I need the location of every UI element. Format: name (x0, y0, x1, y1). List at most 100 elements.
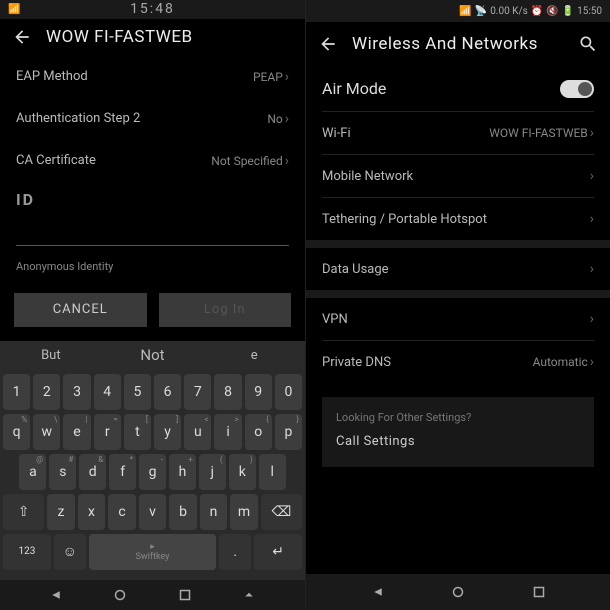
key-t[interactable]: t[ (124, 414, 151, 450)
nav-bar (0, 580, 305, 610)
row-private-dns[interactable]: Private DNS Automatic› (306, 341, 610, 383)
suggestion[interactable]: But (0, 348, 102, 363)
keyboard-suggestions[interactable]: But Not e (0, 341, 305, 370)
clock: 15:48 (130, 1, 175, 17)
key-w[interactable]: w\ (33, 414, 60, 450)
key-d[interactable]: d& (79, 454, 106, 490)
row-wifi[interactable]: Wi-Fi WOW FI-FASTWEB› (306, 112, 610, 154)
key-s[interactable]: s# (49, 454, 76, 490)
key-i[interactable]: i> (214, 414, 241, 450)
key-8[interactable]: 8 (214, 374, 241, 410)
key-o[interactable]: o{ (245, 414, 272, 450)
key-x[interactable]: x (78, 494, 106, 530)
nav-home-icon[interactable] (111, 586, 129, 604)
call-settings-link[interactable]: Call Settings (336, 434, 580, 449)
key-6[interactable]: 6 (154, 374, 181, 410)
key-u[interactable]: u< (184, 414, 211, 450)
nav-back-icon[interactable] (47, 586, 65, 604)
back-icon[interactable] (318, 34, 338, 54)
row-data-usage[interactable]: Data Usage › (306, 248, 610, 290)
speed: 0.00 K/s (490, 6, 528, 17)
label: EAP Method (16, 69, 88, 84)
chevron-right-icon: › (590, 211, 594, 227)
nav-recent-icon[interactable] (530, 583, 548, 601)
nav-recent-icon[interactable] (176, 586, 194, 604)
air-mode-toggle[interactable] (560, 80, 594, 98)
nav-keyboard-icon[interactable] (240, 586, 258, 604)
clock: 15:50 (577, 6, 602, 17)
mute-icon: 🔇 (546, 6, 558, 17)
row-ca[interactable]: CA Certificate Not Specified› (0, 140, 305, 182)
period-key[interactable]: . (219, 534, 251, 570)
key-b[interactable]: b (169, 494, 197, 530)
status-bar: 📶 📡 0.00 K/s ⏰ 🔇 🔋 15:50 (306, 0, 610, 22)
row-auth[interactable]: Authentication Step 2 No› (0, 98, 305, 140)
label: Authentication Step 2 (16, 111, 140, 126)
id-field[interactable]: ID (0, 182, 305, 250)
key-3[interactable]: 3 (63, 374, 90, 410)
enter-key[interactable]: ↵ (254, 534, 302, 570)
key-j[interactable]: j( (199, 454, 226, 490)
key-c[interactable]: c (108, 494, 136, 530)
label: Wi-Fi (322, 126, 351, 141)
nav-home-icon[interactable] (449, 583, 467, 601)
cancel-button[interactable]: CANCEL (14, 293, 147, 327)
anonymous-identity[interactable]: Anonymous Identity (0, 250, 305, 283)
key-f[interactable]: f* (109, 454, 136, 490)
alarm-icon: ⏰ (531, 6, 543, 17)
key-5[interactable]: 5 (124, 374, 151, 410)
row-eap[interactable]: EAP Method PEAP› (0, 56, 305, 98)
value: WOW FI-FASTWEB (489, 126, 588, 140)
key-0[interactable]: 0 (275, 374, 302, 410)
row-vpn[interactable]: VPN › (306, 298, 610, 340)
back-icon[interactable] (12, 27, 32, 47)
key-k[interactable]: k) (229, 454, 256, 490)
input-underline (16, 245, 289, 246)
key-h[interactable]: h+ (169, 454, 196, 490)
emoji-key[interactable]: ☺ (54, 534, 86, 570)
key-e[interactable]: e| (63, 414, 90, 450)
numbers-key[interactable]: 123 (3, 534, 51, 570)
other-settings-box[interactable]: Looking For Other Settings? Call Setting… (322, 397, 594, 467)
id-label: ID (16, 190, 289, 209)
page-title: Wireless And Networks (352, 34, 564, 54)
nav-back-icon[interactable] (369, 583, 387, 601)
suggestion[interactable]: e (203, 348, 305, 363)
row-mobile[interactable]: Mobile Network › (306, 155, 610, 197)
key-9[interactable]: 9 (245, 374, 272, 410)
key-q[interactable]: q% (3, 414, 30, 450)
value: Not Specified (211, 154, 283, 168)
left-phone: 📶 15:48 WOW FI-FASTWEB EAP Method PEAP› … (0, 0, 305, 610)
label: Private DNS (322, 355, 391, 370)
chevron-right-icon: › (590, 261, 594, 277)
key-n[interactable]: n (200, 494, 228, 530)
key-z[interactable]: z (47, 494, 75, 530)
key-1[interactable]: 1 (3, 374, 30, 410)
key-7[interactable]: 7 (184, 374, 211, 410)
page-title: WOW FI-FASTWEB (46, 27, 293, 47)
login-button[interactable]: Log In (159, 293, 292, 327)
label: Mobile Network (322, 169, 413, 184)
label: VPN (322, 312, 348, 327)
chevron-right-icon: › (285, 111, 289, 127)
row-tether[interactable]: Tethering / Portable Hotspot › (306, 198, 610, 240)
key-l[interactable]: l (259, 454, 286, 490)
key-v[interactable]: v (139, 494, 167, 530)
key-4[interactable]: 4 (94, 374, 121, 410)
shift-key[interactable]: ⇧ (3, 494, 44, 530)
key-r[interactable]: r= (94, 414, 121, 450)
search-icon[interactable] (578, 34, 598, 54)
key-a[interactable]: a@ (19, 454, 46, 490)
key-p[interactable]: p} (275, 414, 302, 450)
row-air-mode[interactable]: Air Mode (306, 66, 610, 111)
key-2[interactable]: 2 (33, 374, 60, 410)
key-m[interactable]: m (230, 494, 258, 530)
value: Automatic (533, 355, 588, 369)
key-y[interactable]: y] (154, 414, 181, 450)
chevron-right-icon: › (285, 153, 289, 169)
space-key[interactable]: ▸Swiftkey (89, 534, 217, 570)
suggestion[interactable]: Not (102, 346, 204, 364)
backspace-key[interactable]: ⌫ (261, 494, 302, 530)
label: Air Mode (322, 79, 386, 98)
key-g[interactable]: g- (139, 454, 166, 490)
